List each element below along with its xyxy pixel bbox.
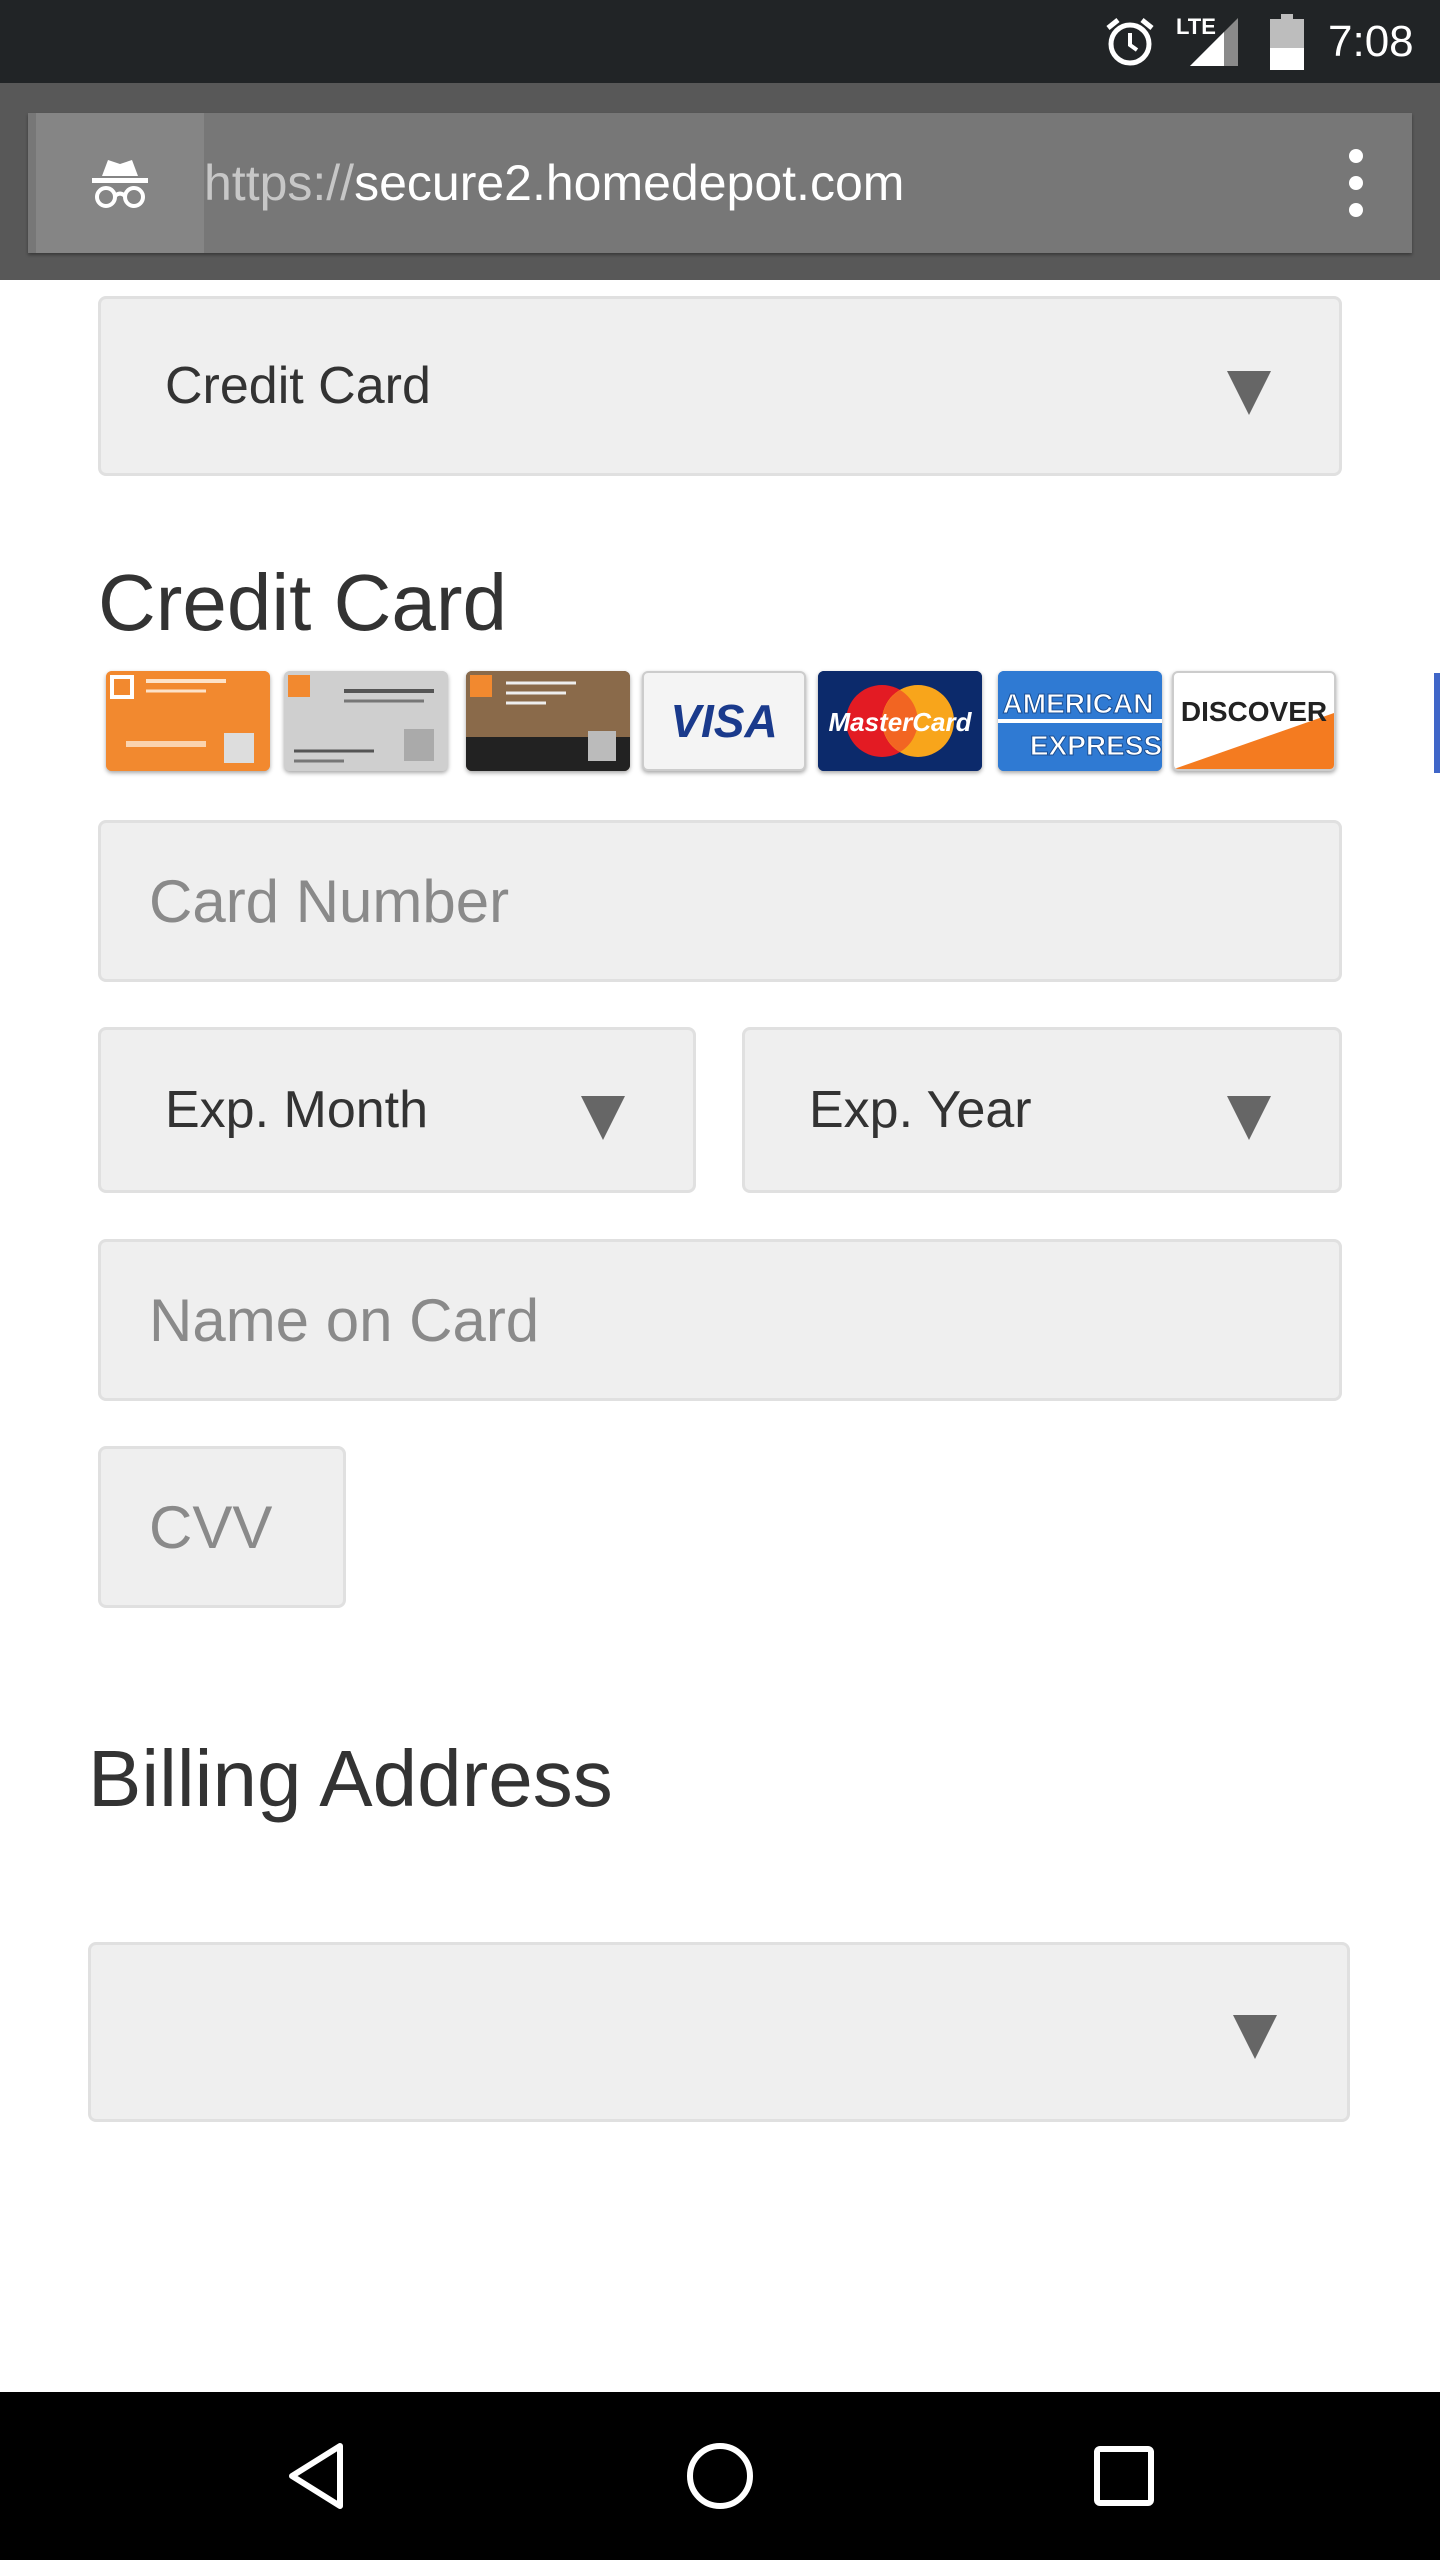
exp-year-select[interactable]: Exp. Year [742, 1027, 1342, 1193]
chevron-down-icon [1227, 371, 1271, 415]
discover-logo: DISCOVER [1172, 671, 1336, 771]
commercial-account-card-logo [284, 671, 448, 771]
overflow-menu-icon[interactable] [1346, 149, 1366, 217]
back-icon[interactable] [272, 2432, 360, 2520]
cvv-input[interactable]: CVV [98, 1446, 346, 1608]
checkout-content: Credit Card Credit Card VISA MasterCard … [0, 280, 1440, 2392]
cvv-placeholder: CVV [149, 1493, 273, 1561]
card-number-placeholder: Card Number [149, 867, 510, 935]
american-express-logo: AMERICAN EXPRESS [998, 671, 1162, 771]
svg-text:MasterCard: MasterCard [828, 707, 972, 737]
home-icon[interactable] [676, 2432, 764, 2520]
incognito-icon[interactable] [36, 113, 204, 253]
url-text[interactable]: https://secure2.homedepot.com [204, 113, 904, 253]
card-number-input[interactable]: Card Number [98, 820, 1342, 982]
svg-text:DISCOVER: DISCOVER [1181, 696, 1327, 727]
browser-toolbar: https://secure2.homedepot.com [0, 83, 1440, 280]
battery-icon [1270, 0, 1304, 83]
alarm-icon [1104, 0, 1156, 83]
credit-card-heading: Credit Card [98, 558, 508, 647]
status-time: 7:08 [1328, 16, 1414, 66]
exp-year-value: Exp. Year [809, 1081, 1032, 1139]
chevron-down-icon [1233, 2015, 1277, 2059]
home-depot-card-logo [106, 671, 270, 771]
omnibox[interactable]: https://secure2.homedepot.com [28, 113, 1412, 253]
page-edge-mark [1434, 673, 1440, 773]
recents-icon[interactable] [1080, 2432, 1168, 2520]
url-host: secure2.homedepot.com [354, 155, 905, 211]
exp-month-select[interactable]: Exp. Month [98, 1027, 696, 1193]
payment-method-select[interactable]: Credit Card [98, 296, 1342, 476]
svg-text:VISA: VISA [670, 695, 777, 747]
system-nav-bar [0, 2392, 1440, 2560]
name-on-card-input[interactable]: Name on Card [98, 1239, 1342, 1401]
commercial-revolving-card-logo [466, 671, 630, 771]
chevron-down-icon [1227, 1096, 1271, 1140]
lte-signal-icon: LTE [1176, 0, 1240, 83]
visa-logo: VISA [642, 671, 806, 771]
mastercard-logo: MasterCard [818, 671, 982, 771]
network-label: LTE [1176, 14, 1216, 39]
billing-address-select[interactable] [88, 1942, 1350, 2122]
svg-text:EXPRESS: EXPRESS [1030, 730, 1162, 761]
status-bar: LTE 7:08 [0, 0, 1440, 83]
name-on-card-placeholder: Name on Card [149, 1286, 540, 1354]
payment-method-value: Credit Card [165, 357, 431, 415]
chevron-down-icon [581, 1096, 625, 1140]
billing-address-heading: Billing Address [88, 1734, 613, 1823]
url-scheme: https:// [204, 155, 355, 211]
exp-month-value: Exp. Month [165, 1081, 429, 1139]
svg-text:AMERICAN: AMERICAN [1003, 688, 1154, 719]
